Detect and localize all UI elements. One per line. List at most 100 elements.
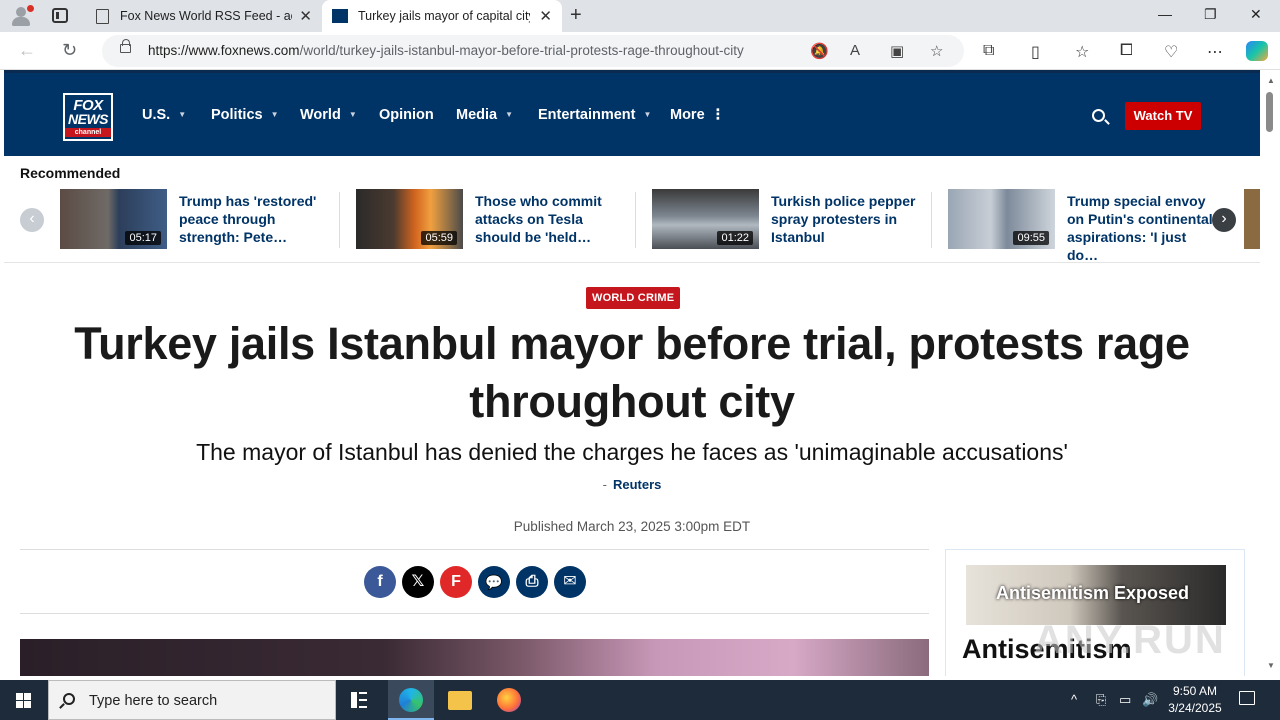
watch-tv-button[interactable]: Watch TV bbox=[1125, 102, 1201, 130]
promo-image[interactable]: Antisemitism Exposed bbox=[966, 565, 1226, 625]
windows-start-icon[interactable] bbox=[16, 693, 32, 708]
settings-more-icon[interactable]: ⋯ bbox=[1207, 42, 1223, 62]
recommended-item[interactable]: 09:55 Trump special envoy on Putin's con… bbox=[948, 189, 1228, 263]
read-aloud-icon[interactable]: A bbox=[850, 42, 860, 59]
nav-world[interactable]: World ▼ bbox=[300, 107, 357, 123]
video-thumbnail[interactable]: 05:17 bbox=[60, 189, 167, 249]
copilot-icon[interactable] bbox=[1246, 41, 1268, 61]
scroll-up-icon: ▲ bbox=[1267, 76, 1275, 85]
notifications-blocked-icon[interactable]: 🔕 bbox=[810, 42, 829, 60]
display-icon[interactable]: ▭ bbox=[1119, 692, 1131, 708]
close-window-button[interactable]: ✕ bbox=[1250, 6, 1262, 23]
tab-actions-icon[interactable] bbox=[52, 8, 68, 23]
recommended-item[interactable]: 05:17 Trump has 'restored' peace through… bbox=[60, 189, 340, 251]
recommended-headline[interactable]: Those who commit attacks on Tesla should… bbox=[475, 192, 625, 246]
taskbar-search-box[interactable]: Type here to search bbox=[48, 680, 336, 720]
lock-icon[interactable] bbox=[120, 39, 131, 53]
article-hero-image[interactable] bbox=[20, 639, 929, 676]
extensions-icon[interactable]: ⧉ bbox=[983, 42, 994, 60]
fox-news-logo[interactable]: FOX NEWS channel bbox=[63, 93, 113, 141]
video-duration: 09:55 bbox=[1013, 231, 1049, 245]
profile-icon[interactable] bbox=[8, 4, 36, 28]
nav-media[interactable]: Media ▼ bbox=[456, 107, 513, 123]
article-headline: Turkey jails Istanbul mayor before trial… bbox=[74, 318, 1190, 427]
nav-politics[interactable]: Politics ▼ bbox=[211, 107, 279, 123]
close-tab-icon[interactable]: ✕ bbox=[539, 7, 552, 25]
network-icon[interactable]: ⎘ bbox=[1096, 692, 1106, 708]
carousel-prev-button[interactable]: ‹ bbox=[20, 208, 44, 232]
recommended-headline[interactable]: Turkish police pepper spray protesters i… bbox=[771, 192, 921, 246]
print-button[interactable]: ⎙ bbox=[516, 566, 548, 598]
facebook-share-button[interactable]: f bbox=[364, 566, 396, 598]
separator bbox=[635, 192, 636, 248]
search-icon[interactable] bbox=[1092, 109, 1105, 122]
recommended-headline[interactable]: Trump has 'restored' peace through stren… bbox=[179, 192, 329, 246]
restore-button[interactable]: ❐ bbox=[1204, 6, 1217, 23]
browser-tab-rss[interactable]: Fox News World RSS Feed - aero ✕ bbox=[84, 0, 322, 32]
divider bbox=[20, 549, 929, 550]
scroll-down-icon: ▼ bbox=[1267, 661, 1275, 670]
watermark: ANY.RUN bbox=[1034, 618, 1226, 662]
address-bar[interactable]: https://www.foxnews.com/world/turkey-jai… bbox=[102, 35, 964, 67]
search-icon bbox=[63, 693, 75, 705]
chevron-down-icon: ▼ bbox=[348, 110, 357, 119]
refresh-icon[interactable]: ↻ bbox=[62, 40, 77, 61]
browser-tab-article[interactable]: Turkey jails mayor of capital city ✕ bbox=[322, 0, 562, 32]
url-text[interactable]: https://www.foxnews.com/world/turkey-jai… bbox=[148, 43, 744, 58]
video-thumbnail[interactable] bbox=[1244, 189, 1260, 249]
back-arrow-icon[interactable]: ← bbox=[18, 40, 36, 61]
immersive-reader-icon[interactable]: ▣ bbox=[890, 42, 904, 60]
chevron-down-icon: ▼ bbox=[270, 110, 279, 119]
video-thumbnail[interactable]: 09:55 bbox=[948, 189, 1055, 249]
file-explorer-icon[interactable] bbox=[448, 691, 472, 710]
separator bbox=[931, 192, 932, 248]
video-thumbnail[interactable]: 05:59 bbox=[356, 189, 463, 249]
edge-browser-icon[interactable] bbox=[399, 688, 423, 712]
video-duration: 05:17 bbox=[125, 231, 161, 245]
nav-entertainment[interactable]: Entertainment ▼ bbox=[538, 107, 651, 123]
favorite-star-icon[interactable]: ☆ bbox=[930, 42, 943, 60]
nav-more[interactable]: More ⋮ bbox=[670, 107, 725, 123]
separator bbox=[339, 192, 340, 248]
nav-us[interactable]: U.S. ▼ bbox=[142, 107, 186, 123]
chevron-down-icon: ▼ bbox=[505, 110, 514, 119]
divider bbox=[4, 262, 1260, 263]
minimize-button[interactable]: — bbox=[1158, 6, 1172, 22]
chevron-down-icon: ▼ bbox=[643, 110, 652, 119]
category-badge[interactable]: WORLD CRIME bbox=[586, 287, 681, 309]
browser-tab-bar: Fox News World RSS Feed - aero ✕ Turkey … bbox=[0, 0, 1280, 32]
recommended-headline[interactable]: Trump special envoy on Putin's continent… bbox=[1067, 192, 1217, 264]
flipboard-share-button[interactable]: F bbox=[440, 566, 472, 598]
chevron-up-icon[interactable]: ^ bbox=[1071, 692, 1077, 707]
recommended-item[interactable]: 01:22 Turkish police pepper spray protes… bbox=[652, 189, 932, 251]
tab-title: Turkey jails mayor of capital city bbox=[358, 9, 530, 23]
favorites-icon[interactable]: ☆ bbox=[1075, 42, 1089, 62]
carousel-next-button[interactable]: › bbox=[1212, 208, 1236, 232]
new-tab-button[interactable]: + bbox=[570, 4, 582, 27]
video-thumbnail[interactable]: 01:22 bbox=[652, 189, 759, 249]
close-tab-icon[interactable]: ✕ bbox=[299, 7, 312, 25]
collections-icon[interactable]: ⧠ bbox=[1120, 42, 1133, 60]
firefox-icon[interactable] bbox=[497, 688, 521, 712]
task-view-icon[interactable] bbox=[351, 692, 367, 708]
divider bbox=[20, 613, 929, 614]
recommended-heading: Recommended bbox=[20, 165, 121, 181]
x-share-button[interactable]: 𝕏 bbox=[402, 566, 434, 598]
notifications-icon[interactable] bbox=[1239, 691, 1255, 705]
system-clock[interactable]: 9:50 AM 3/24/2025 bbox=[1160, 683, 1230, 717]
more-dots-icon: ⋮ bbox=[710, 107, 726, 123]
email-share-button[interactable]: ✉ bbox=[554, 566, 586, 598]
volume-icon[interactable]: 🔊 bbox=[1142, 692, 1158, 708]
browser-essentials-icon[interactable]: ♡ bbox=[1164, 42, 1178, 62]
recommended-item[interactable]: 05:59 Those who commit attacks on Tesla … bbox=[356, 189, 636, 251]
split-screen-icon[interactable]: ▯ bbox=[1031, 42, 1040, 62]
nav-opinion[interactable]: Opinion bbox=[379, 107, 434, 123]
author-link[interactable]: Reuters bbox=[613, 477, 661, 492]
search-placeholder: Type here to search bbox=[89, 693, 218, 709]
site-header: FOX NEWS channel U.S. ▼ Politics ▼ World ▼ … bbox=[4, 70, 1260, 156]
chevron-down-icon: ▼ bbox=[178, 110, 187, 119]
comments-button[interactable]: 💬 bbox=[478, 566, 510, 598]
page-icon bbox=[96, 9, 109, 24]
page-scrollbar[interactable]: ▲ ▼ bbox=[1261, 70, 1280, 676]
windows-taskbar: Type here to search ^ ⎘ ▭ 🔊 9:50 AM 3/24… bbox=[0, 680, 1280, 720]
